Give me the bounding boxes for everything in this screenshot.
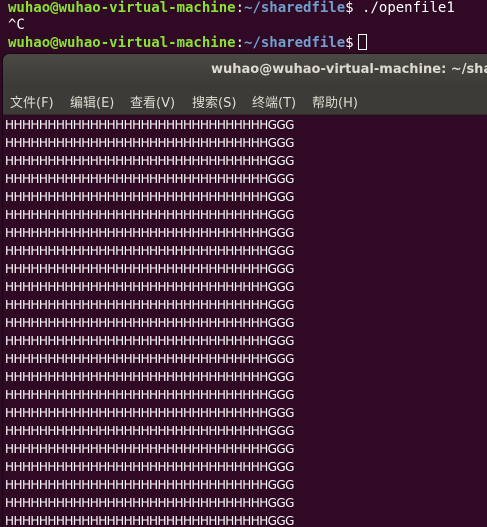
prompt-user: wuhao@wuhao-virtual-machine: [8, 0, 236, 16]
prompt-path: ~/sharedfile: [244, 35, 346, 51]
background-terminal-line: wuhao@wuhao-virtual-machine:~/sharedfile…: [8, 0, 455, 17]
output-line: HHHHHHHHHHHHHHHHHHHHHHHHHHHHHHHGGG: [5, 136, 294, 150]
menu-view[interactable]: 查看(V): [130, 92, 175, 111]
output-line: HHHHHHHHHHHHHHHHHHHHHHHHHHHHHHHGGG: [5, 154, 294, 168]
menu-help[interactable]: 帮助(H): [312, 92, 358, 111]
output-line: HHHHHHHHHHHHHHHHHHHHHHHHHHHHHHHGGG: [5, 514, 294, 527]
output-line: HHHHHHHHHHHHHHHHHHHHHHHHHHHHHHHGGG: [5, 208, 294, 222]
output-line: HHHHHHHHHHHHHHHHHHHHHHHHHHHHHHHGGG: [5, 262, 294, 276]
menu-file[interactable]: 文件(F): [10, 92, 54, 111]
output-line: HHHHHHHHHHHHHHHHHHHHHHHHHHHHHHHGGG: [5, 280, 294, 294]
output-line: HHHHHHHHHHHHHHHHHHHHHHHHHHHHHHHGGG: [5, 496, 294, 510]
output-line: HHHHHHHHHHHHHHHHHHHHHHHHHHHHHHHGGG: [5, 370, 294, 384]
terminal-output[interactable]: HHHHHHHHHHHHHHHHHHHHHHHHHHHHHHHGGG HHHHHH…: [3, 115, 487, 527]
menu-bar: 文件(F) 编辑(E) 查看(V) 搜索(S) 终端(T) 帮助(H): [3, 86, 487, 115]
output-line: HHHHHHHHHHHHHHHHHHHHHHHHHHHHHHHGGG: [5, 388, 294, 402]
prompt-path: ~/sharedfile: [244, 0, 346, 16]
window-title: wuhao@wuhao-virtual-machine: ~/shared: [211, 62, 487, 77]
prompt-dollar: $: [345, 35, 354, 51]
output-line: HHHHHHHHHHHHHHHHHHHHHHHHHHHHHHHGGG: [5, 118, 294, 132]
output-line: HHHHHHHHHHHHHHHHHHHHHHHHHHHHHHHGGG: [5, 226, 294, 240]
output-line: HHHHHHHHHHHHHHHHHHHHHHHHHHHHHHHGGG: [5, 334, 294, 348]
output-line: HHHHHHHHHHHHHHHHHHHHHHHHHHHHHHHGGG: [5, 460, 294, 474]
output-line: HHHHHHHHHHHHHHHHHHHHHHHHHHHHHHHGGG: [5, 244, 294, 258]
output-line: HHHHHHHHHHHHHHHHHHHHHHHHHHHHHHHGGG: [5, 478, 294, 492]
menu-terminal[interactable]: 终端(T): [252, 92, 296, 111]
output-line: HHHHHHHHHHHHHHHHHHHHHHHHHHHHHHHGGG: [5, 352, 294, 366]
output-line: HHHHHHHHHHHHHHHHHHHHHHHHHHHHHHHGGG: [5, 424, 294, 438]
terminal-window[interactable]: wuhao@wuhao-virtual-machine: ~/shared 文件…: [3, 54, 487, 527]
output-line: HHHHHHHHHHHHHHHHHHHHHHHHHHHHHHHGGG: [5, 442, 294, 456]
background-terminal-line: wuhao@wuhao-virtual-machine:~/sharedfile…: [8, 34, 367, 52]
background-terminal[interactable]: wuhao@wuhao-virtual-machine:~/sharedfile…: [0, 0, 487, 56]
prompt-colon: :: [235, 35, 245, 51]
menu-edit[interactable]: 编辑(E): [70, 92, 114, 111]
output-line: HHHHHHHHHHHHHHHHHHHHHHHHHHHHHHHGGG: [5, 316, 294, 330]
text-cursor: [357, 34, 367, 50]
output-line: HHHHHHHHHHHHHHHHHHHHHHHHHHHHHHHGGG: [5, 190, 294, 204]
window-titlebar[interactable]: wuhao@wuhao-virtual-machine: ~/shared: [3, 54, 487, 86]
prompt-user: wuhao@wuhao-virtual-machine: [8, 35, 236, 51]
background-terminal-line: ^C: [8, 17, 25, 33]
output-line: HHHHHHHHHHHHHHHHHHHHHHHHHHHHHHHGGG: [5, 172, 294, 186]
output-line: HHHHHHHHHHHHHHHHHHHHHHHHHHHHHHHGGG: [5, 298, 294, 312]
output-line: HHHHHHHHHHHHHHHHHHHHHHHHHHHHHHHGGG: [5, 406, 294, 420]
prompt-command: $ ./openfile1: [345, 0, 455, 16]
prompt-colon: :: [235, 0, 245, 16]
menu-search[interactable]: 搜索(S): [192, 92, 236, 111]
